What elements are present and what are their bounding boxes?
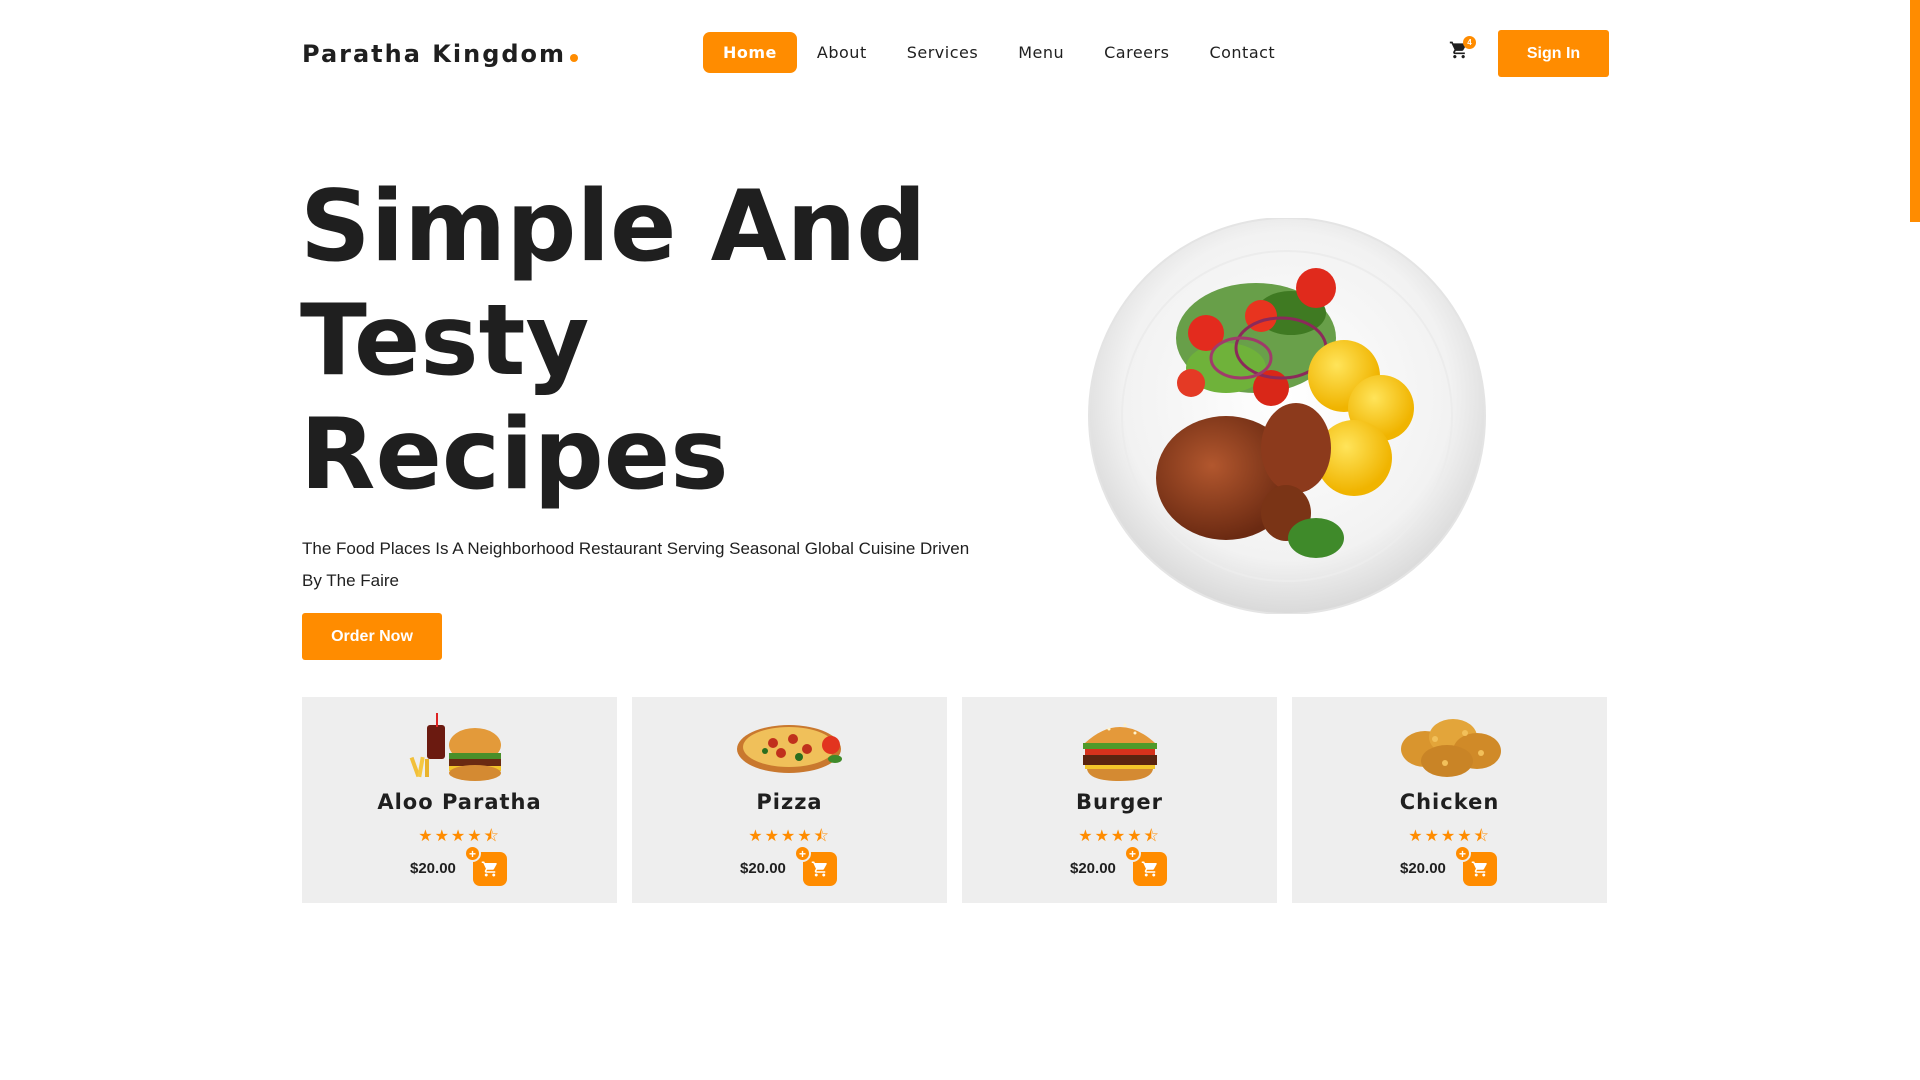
hero-title: Simple And Testy Recipes [300,170,1000,512]
food-card[interactable]: Pizza ★★★★⯪ $20.00 + [632,697,947,903]
nav-item-about[interactable]: About [797,32,887,73]
plus-icon: + [794,845,811,862]
card-price: $20.00 [1400,860,1446,877]
nav-item-contact[interactable]: Contact [1189,32,1295,73]
site-header: Paratha Kingdom Home About Services Menu… [302,30,1609,77]
burger-fries-drink-image [405,709,515,784]
brand-logo[interactable]: Paratha Kingdom [302,39,579,68]
card-title: Burger [1076,790,1163,814]
hero-title-line: Simple And [300,170,927,284]
cart-icon [1141,861,1157,877]
plus-icon: + [1454,845,1471,862]
plus-icon: + [1124,845,1141,862]
food-cards: Aloo Paratha ★★★★⯪ $20.00 + Pizza ★★★★⯪ [302,697,1609,903]
cart-button[interactable]: 4 [1449,36,1476,62]
fried-chicken-image [1395,709,1505,784]
cart-icon [811,861,827,877]
main-nav: Home About Services Menu Careers Contact [703,32,1295,73]
pizza-image [735,709,845,784]
rating-stars: ★★★★⯪ [418,828,501,845]
card-price: $20.00 [410,860,456,877]
brand-name: Paratha Kingdom [302,39,567,68]
plus-icon: + [464,845,481,862]
card-price: $20.00 [740,860,786,877]
rating-stars: ★★★★⯪ [748,828,831,845]
hero-title-line: Testy [300,284,590,398]
cart-count-badge: 4 [1463,36,1476,49]
scrollbar-thumb[interactable] [1910,0,1920,222]
nav-item-careers[interactable]: Careers [1084,32,1189,73]
nav-item-menu[interactable]: Menu [998,32,1084,73]
cart-icon [481,861,497,877]
nav-item-home[interactable]: Home [703,32,797,73]
card-title: Chicken [1399,790,1500,814]
logo-dot [570,53,579,62]
hero-food-image [1086,217,1488,615]
rating-stars: ★★★★⯪ [1408,828,1491,845]
order-now-button[interactable]: Order Now [302,613,442,660]
hero-subtitle: The Food Places Is A Neighborhood Restau… [302,539,970,590]
rating-stars: ★★★★⯪ [1078,828,1161,845]
food-card[interactable]: Burger ★★★★⯪ $20.00 + [962,697,1277,903]
card-price: $20.00 [1070,860,1116,877]
card-title: Pizza [756,790,823,814]
sign-in-button[interactable]: Sign In [1498,30,1609,77]
nav-item-services[interactable]: Services [887,32,998,73]
hero-title-line: Recipes [300,398,729,512]
cart-icon [1471,861,1487,877]
food-card[interactable]: Aloo Paratha ★★★★⯪ $20.00 + [302,697,617,903]
food-card[interactable]: Chicken ★★★★⯪ $20.00 + [1292,697,1607,903]
burger-image [1065,709,1175,784]
card-title: Aloo Paratha [377,790,542,814]
